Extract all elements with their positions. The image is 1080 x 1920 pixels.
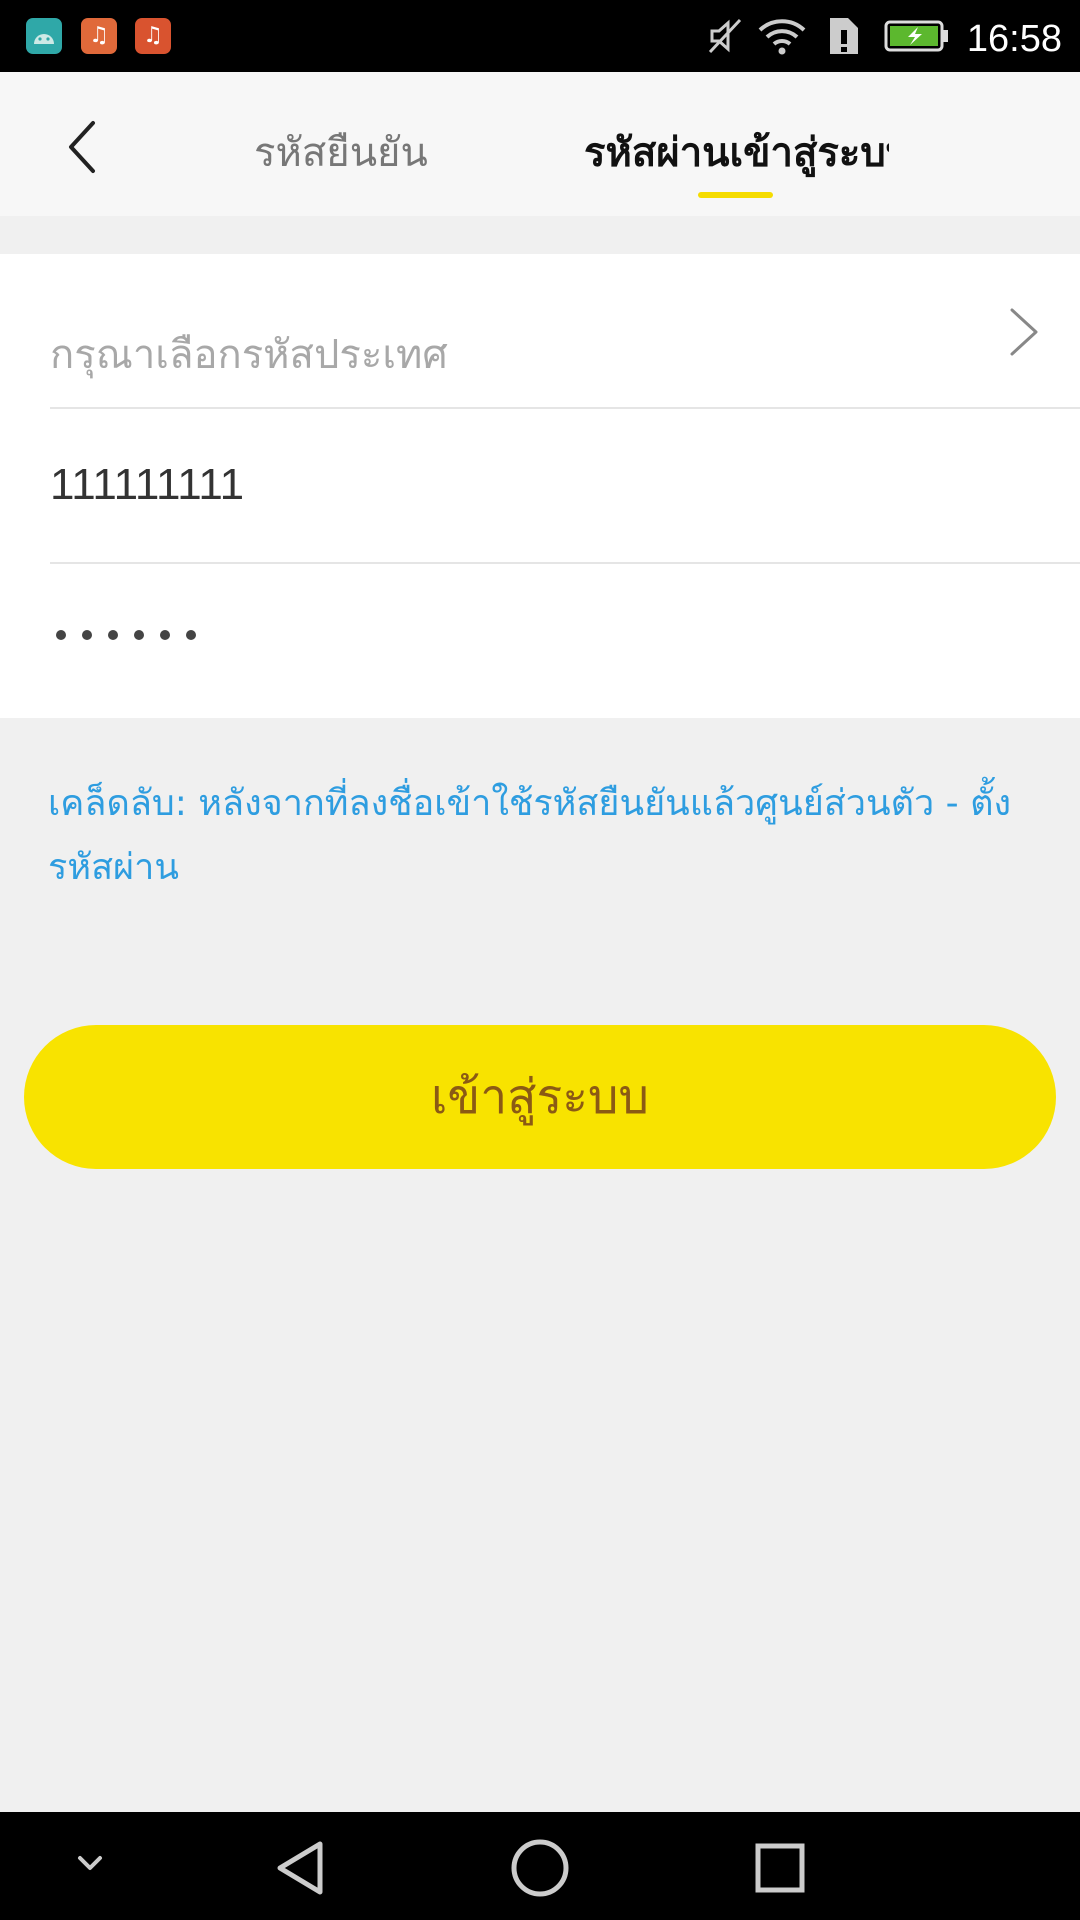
home-circle-icon[interactable] [508, 1838, 572, 1898]
login-form: กรุณาเลือกรหัสประเทศ 111111111 •••••• [0, 254, 1080, 718]
chevron-right-icon [1010, 308, 1038, 356]
android-icon [26, 18, 62, 54]
phone-number-input[interactable]: 111111111 [50, 409, 1080, 564]
tab-verification-code[interactable]: รหัสยืนยัน [254, 120, 454, 184]
navigation-bar [0, 1812, 1080, 1920]
login-screen: ♫ ♫ 16:58 รหัสยืนยัน รหัสผ่านเข้าสู่ระบบ… [0, 0, 1080, 1920]
password-input[interactable]: •••••• [50, 564, 1080, 719]
status-bar: ♫ ♫ 16:58 [0, 0, 1080, 72]
music-icon: ♫ [81, 18, 117, 54]
country-code-selector[interactable]: กรุณาเลือกรหัสประเทศ [50, 254, 1080, 409]
country-code-placeholder: กรุณาเลือกรหัสประเทศ [50, 332, 448, 378]
music-icon: ♫ [135, 18, 171, 54]
tip-text: เคล็ดลับ: หลังจากที่ลงชื่อเข้าใช้รหัสยืน… [48, 783, 1012, 888]
password-value: •••••• [50, 604, 192, 650]
mute-icon [708, 18, 742, 54]
chevron-left-icon [69, 121, 95, 173]
wifi-icon [758, 19, 806, 55]
sim-alert-icon [830, 18, 858, 54]
collapse-icon[interactable] [70, 1850, 110, 1880]
recents-square-icon[interactable] [752, 1838, 808, 1898]
status-time: 16:58 [966, 18, 1062, 60]
back-triangle-icon[interactable] [272, 1838, 328, 1898]
password-mask [56, 630, 196, 640]
battery-charging-icon [884, 20, 948, 52]
tab-login-password[interactable]: รหัสผ่านเข้าสู่ระบบ [584, 120, 889, 184]
login-button[interactable]: เข้าสู่ระบบ [24, 1025, 1056, 1169]
header: รหัสยืนยัน รหัสผ่านเข้าสู่ระบบ [0, 72, 1080, 216]
active-tab-indicator [698, 192, 773, 198]
phone-number-value: 111111111 [50, 460, 245, 509]
back-button[interactable] [48, 112, 118, 182]
